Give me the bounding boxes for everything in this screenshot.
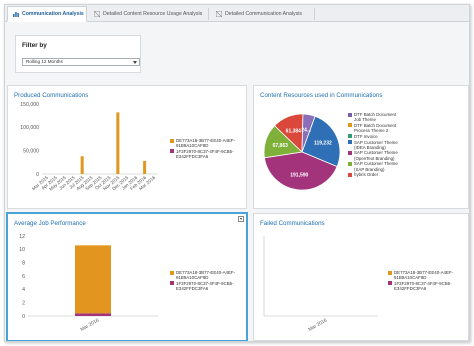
- legend-item[interactable]: DTF Invoice: [348, 134, 398, 139]
- dashboard-window: Communication Analysis Detailed Content …: [4, 4, 470, 342]
- legend-swatch: [348, 161, 352, 166]
- dashboard-icon: [216, 11, 222, 17]
- legend-label: hybris Order: [354, 172, 379, 178]
- tab-detailed-communication-analysis[interactable]: Detailed Communication Analysis: [211, 6, 315, 22]
- pie-slice-label: 67,863: [273, 143, 289, 149]
- produced-legend: DE773A18-3B77-EE40-A4EF- 91B9A10CAF8D 1F3…: [170, 138, 235, 160]
- legend-label: 1F3F2970-8C37-4F4F-9CB5- E342FFDC3FA6: [176, 280, 234, 292]
- legend-item[interactable]: 1F3F2970-8C37-4F4F-9CB5- E342FFDC3FA6: [170, 281, 235, 291]
- y-tick-label: 8: [22, 260, 25, 266]
- bar: [116, 112, 120, 174]
- legend-label: 1F3F2970-8C37-4F4F-9CB5- E342FFDC3FA6: [394, 280, 452, 292]
- tab-label: Detailed Content Resource Usage Analysis: [103, 11, 203, 17]
- legend-item[interactable]: 1F3F2970-8C37-4F4F-9CB5- E342FFDC3FA6: [170, 149, 235, 159]
- content-resources-pie-chart: 119,232 191,590 67,863 61,384 24...: [263, 113, 341, 191]
- panel-produced-communications: Produced Communications 150,000 100,000 50…: [7, 85, 247, 209]
- legend-swatch: [348, 172, 352, 177]
- tab-label: Detailed Communication Analysis: [225, 11, 302, 17]
- legend-item[interactable]: DTF Batch Document Job Theme: [348, 112, 398, 122]
- bar: [75, 245, 111, 314]
- legend-swatch: [170, 138, 174, 143]
- tab-separator: [208, 8, 209, 20]
- chevron-down-icon: [133, 61, 137, 64]
- pie-slice-label: 61,384: [286, 129, 302, 135]
- y-tick-label: 2: [22, 300, 25, 306]
- legend-item[interactable]: SAP Customer Theme (SAP Branding): [348, 161, 398, 172]
- legend-swatch: [170, 281, 174, 286]
- legend-label: 1F3F2970-8C37-4F4F-9CB5- E342FFDC3FA6: [176, 148, 234, 160]
- tab-label: Communication Analysis: [22, 11, 84, 17]
- x-tick-label: Mar 2016: [79, 317, 100, 332]
- failed-legend: DE773A18-3B77-EE40-A4EF- 91B9A10CAF8D 1F3…: [388, 270, 453, 292]
- dashboard-icon: [94, 11, 100, 17]
- time-range-value: Rolling 12 Months: [26, 59, 63, 64]
- legend-item[interactable]: SAP Customer Theme (IDEA Branding): [348, 140, 398, 150]
- x-tick-label: Mar 2016: [307, 317, 328, 332]
- legend-item[interactable]: DE773A18-3B77-EE40-A4EF- 91B9A10CAF8D: [388, 270, 453, 280]
- legend-swatch: [348, 150, 352, 155]
- y-tick-label: 0: [22, 314, 25, 320]
- y-tick-label: 150,000: [20, 102, 39, 108]
- produced-communications-chart: 150,000100,00050,0000Mar 2015Apr 2015May…: [20, 102, 158, 192]
- bar: [75, 313, 111, 316]
- legend-swatch: [388, 270, 392, 275]
- y-tick-label: 100,000: [20, 125, 39, 131]
- y-tick-label: 50,000: [23, 148, 39, 154]
- pie-slice-label: 24...: [301, 127, 311, 133]
- legend-swatch: [348, 123, 352, 128]
- panel-content-resources: Content Resources used in Communications…: [253, 85, 469, 209]
- pie-slice-label: 191,590: [290, 172, 308, 178]
- tab-detailed-content-resource-usage[interactable]: Detailed Content Resource Usage Analysis: [89, 6, 209, 22]
- tab-bar: Communication Analysis Detailed Content …: [5, 5, 469, 22]
- dashboard-icon: [13, 12, 19, 17]
- y-tick-label: 10: [19, 247, 25, 253]
- panel-menu-button[interactable]: [238, 216, 244, 222]
- legend-label: SAP Customer Theme (IDEA Branding): [354, 139, 398, 150]
- panel-average-job-performance: Average Job Performance 12 10 8 6 4 2 0 Mar 201…: [7, 213, 247, 341]
- legend-swatch: [348, 140, 352, 145]
- tab-communication-analysis[interactable]: Communication Analysis: [7, 6, 87, 22]
- legend-swatch: [348, 112, 352, 117]
- legend-swatch: [348, 134, 352, 139]
- time-range-select[interactable]: Rolling 12 Months: [22, 58, 140, 66]
- legend-label: DTF Invoice: [354, 133, 378, 139]
- bar: [80, 156, 84, 174]
- failed-communications-chart: Mar 2016: [263, 236, 378, 333]
- legend-swatch: [170, 270, 174, 275]
- legend-label: DE773A18-3B77-EE40-A4EF- 91B9A10CAF8D: [176, 270, 236, 281]
- y-tick-label: 0: [36, 172, 39, 178]
- filter-title: Filter by: [22, 42, 47, 49]
- legend-item[interactable]: DE773A18-3B77-EE40-A4EF- 91B9A10CAF8D: [170, 138, 235, 148]
- legend-item[interactable]: 1F3F2970-8C37-4F4F-9CB5- E342FFDC3FA6: [388, 281, 453, 291]
- legend-label: DTF Batch Document Job Theme: [354, 112, 397, 123]
- legend-swatch: [170, 149, 174, 154]
- resources-legend: DTF Batch Document Job Theme DTF Batch Do…: [348, 112, 398, 178]
- legend-item[interactable]: hybris Order: [348, 172, 398, 177]
- bar: [143, 160, 147, 174]
- legend-label: SAP Customer Theme (SAP Branding): [354, 161, 398, 172]
- performance-legend: DE773A18-3B77-EE40-A4EF- 91B9A10CAF8D 1F3…: [170, 270, 235, 292]
- legend-label: SAP Customer Theme (OpenText Branding): [354, 150, 398, 161]
- tab-separator: [314, 8, 315, 20]
- legend-label: DE773A18-3B77-EE40-A4EF- 91B9A10CAF8D: [176, 138, 236, 149]
- legend-label: DTF Batch Document Process Theme 2: [354, 122, 397, 134]
- y-tick-label: 12: [19, 234, 25, 240]
- pie-slice-label: 119,232: [314, 141, 332, 147]
- y-tick-label: 6: [22, 274, 25, 280]
- filter-panel: Filter by Rolling 12 Months: [15, 35, 141, 73]
- legend-swatch: [388, 281, 392, 286]
- legend-item[interactable]: SAP Customer Theme (OpenText Branding): [348, 150, 398, 161]
- legend-label: DE773A18-3B77-EE40-A4EF- 91B9A10CAF8D: [394, 270, 454, 281]
- average-job-performance-chart: 12 10 8 6 4 2 0 Mar 2016: [19, 234, 158, 333]
- panel-failed-communications: Failed Communications Mar 2016 DE773A18-…: [253, 213, 469, 341]
- legend-item[interactable]: DTF Batch Document Process Theme 2: [348, 123, 398, 133]
- y-tick-label: 4: [22, 287, 25, 293]
- legend-item[interactable]: DE773A18-3B77-EE40-A4EF- 91B9A10CAF8D: [170, 270, 235, 280]
